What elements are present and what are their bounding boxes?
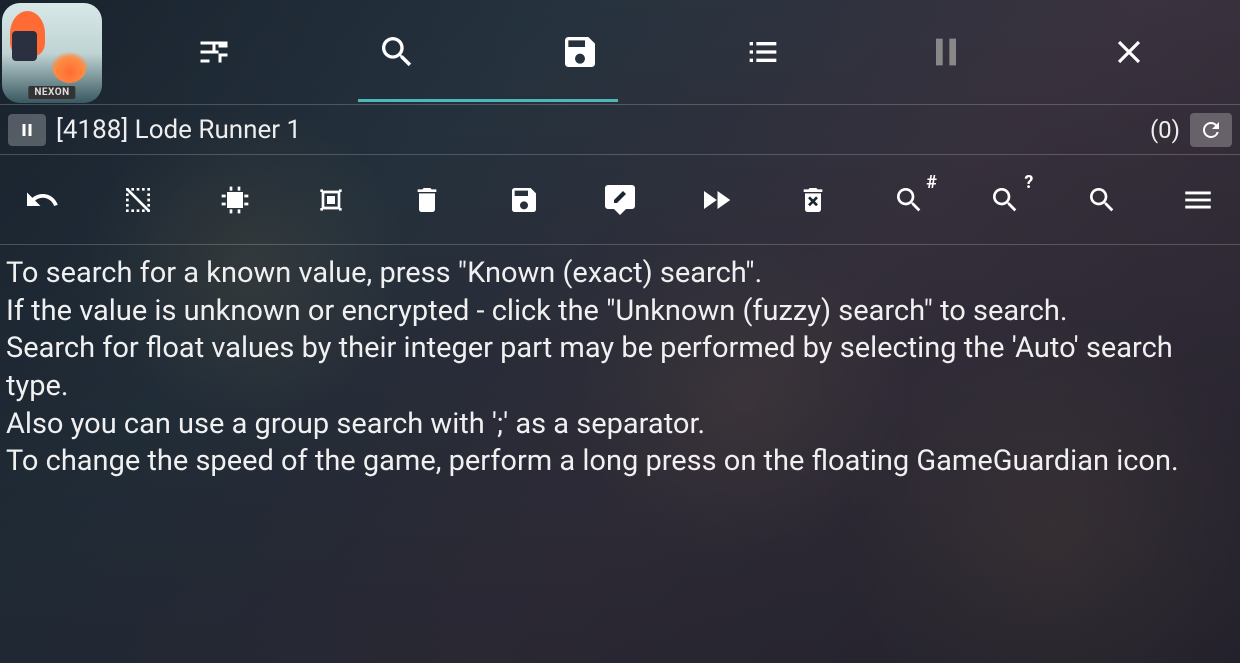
tab-settings[interactable]	[194, 32, 234, 72]
menu-icon	[1181, 183, 1215, 217]
memory-region-button[interactable]	[213, 178, 257, 222]
result-count: (0)	[1150, 116, 1180, 144]
app-icon[interactable]: NEXON	[2, 3, 102, 103]
edit-button[interactable]	[598, 178, 642, 222]
search-icon	[1086, 184, 1118, 216]
help-text: To search for a known value, press "Know…	[0, 245, 1240, 491]
top-bar: NEXON	[0, 0, 1240, 105]
delete-button[interactable]	[405, 178, 449, 222]
select-none-icon	[122, 184, 154, 216]
refresh-icon	[1199, 118, 1223, 142]
search-icon	[377, 32, 417, 72]
process-bar: [4188] Lode Runner 1 (0)	[0, 105, 1240, 155]
search-sup-hash: #	[926, 172, 937, 193]
toolbar: # ?	[0, 155, 1240, 245]
clear-button[interactable]	[791, 178, 835, 222]
help-line: Also you can use a group search with ';'…	[6, 406, 1234, 444]
tab-search[interactable]	[377, 32, 417, 72]
search-number-icon	[893, 184, 925, 216]
pause-icon	[18, 121, 36, 139]
undo-icon	[24, 182, 60, 218]
process-pause-button[interactable]	[8, 114, 46, 146]
help-line: Search for float values by their integer…	[6, 330, 1234, 405]
settings-icon	[196, 34, 232, 70]
known-search-button[interactable]: #	[887, 178, 931, 222]
active-tab-indicator	[358, 99, 618, 102]
help-line: To search for a known value, press "Know…	[6, 255, 1234, 293]
select-none-button[interactable]	[116, 178, 160, 222]
fast-forward-icon	[698, 182, 734, 218]
trash-x-icon	[797, 184, 829, 216]
top-tabs	[102, 0, 1240, 104]
edit-tag-icon	[602, 182, 638, 218]
search-sup-question: ?	[1024, 172, 1033, 193]
tab-list[interactable]	[743, 32, 783, 72]
search-button[interactable]	[1080, 178, 1124, 222]
app-brand-label: NEXON	[28, 86, 75, 99]
save-icon	[560, 32, 600, 72]
memory-region-outline-button[interactable]	[309, 178, 353, 222]
list-icon	[743, 32, 783, 72]
trash-icon	[411, 184, 443, 216]
speed-button[interactable]	[694, 178, 738, 222]
tab-save[interactable]	[560, 32, 600, 72]
unknown-search-button[interactable]: ?	[983, 178, 1027, 222]
memory-chip-outline-icon	[315, 184, 347, 216]
process-label[interactable]: [4188] Lode Runner 1	[56, 115, 301, 145]
help-line: If the value is unknown or encrypted - c…	[6, 293, 1234, 331]
tab-close[interactable]	[1109, 32, 1149, 72]
close-icon	[1110, 33, 1148, 71]
memory-chip-icon	[219, 184, 251, 216]
search-unknown-icon	[989, 184, 1021, 216]
undo-button[interactable]	[20, 178, 64, 222]
tab-pause[interactable]	[926, 32, 966, 72]
refresh-button[interactable]	[1190, 113, 1232, 147]
menu-button[interactable]	[1176, 178, 1220, 222]
save-results-button[interactable]	[502, 178, 546, 222]
help-line: To change the speed of the game, perform…	[6, 443, 1234, 481]
pause-icon	[926, 31, 966, 73]
save-icon	[508, 184, 540, 216]
